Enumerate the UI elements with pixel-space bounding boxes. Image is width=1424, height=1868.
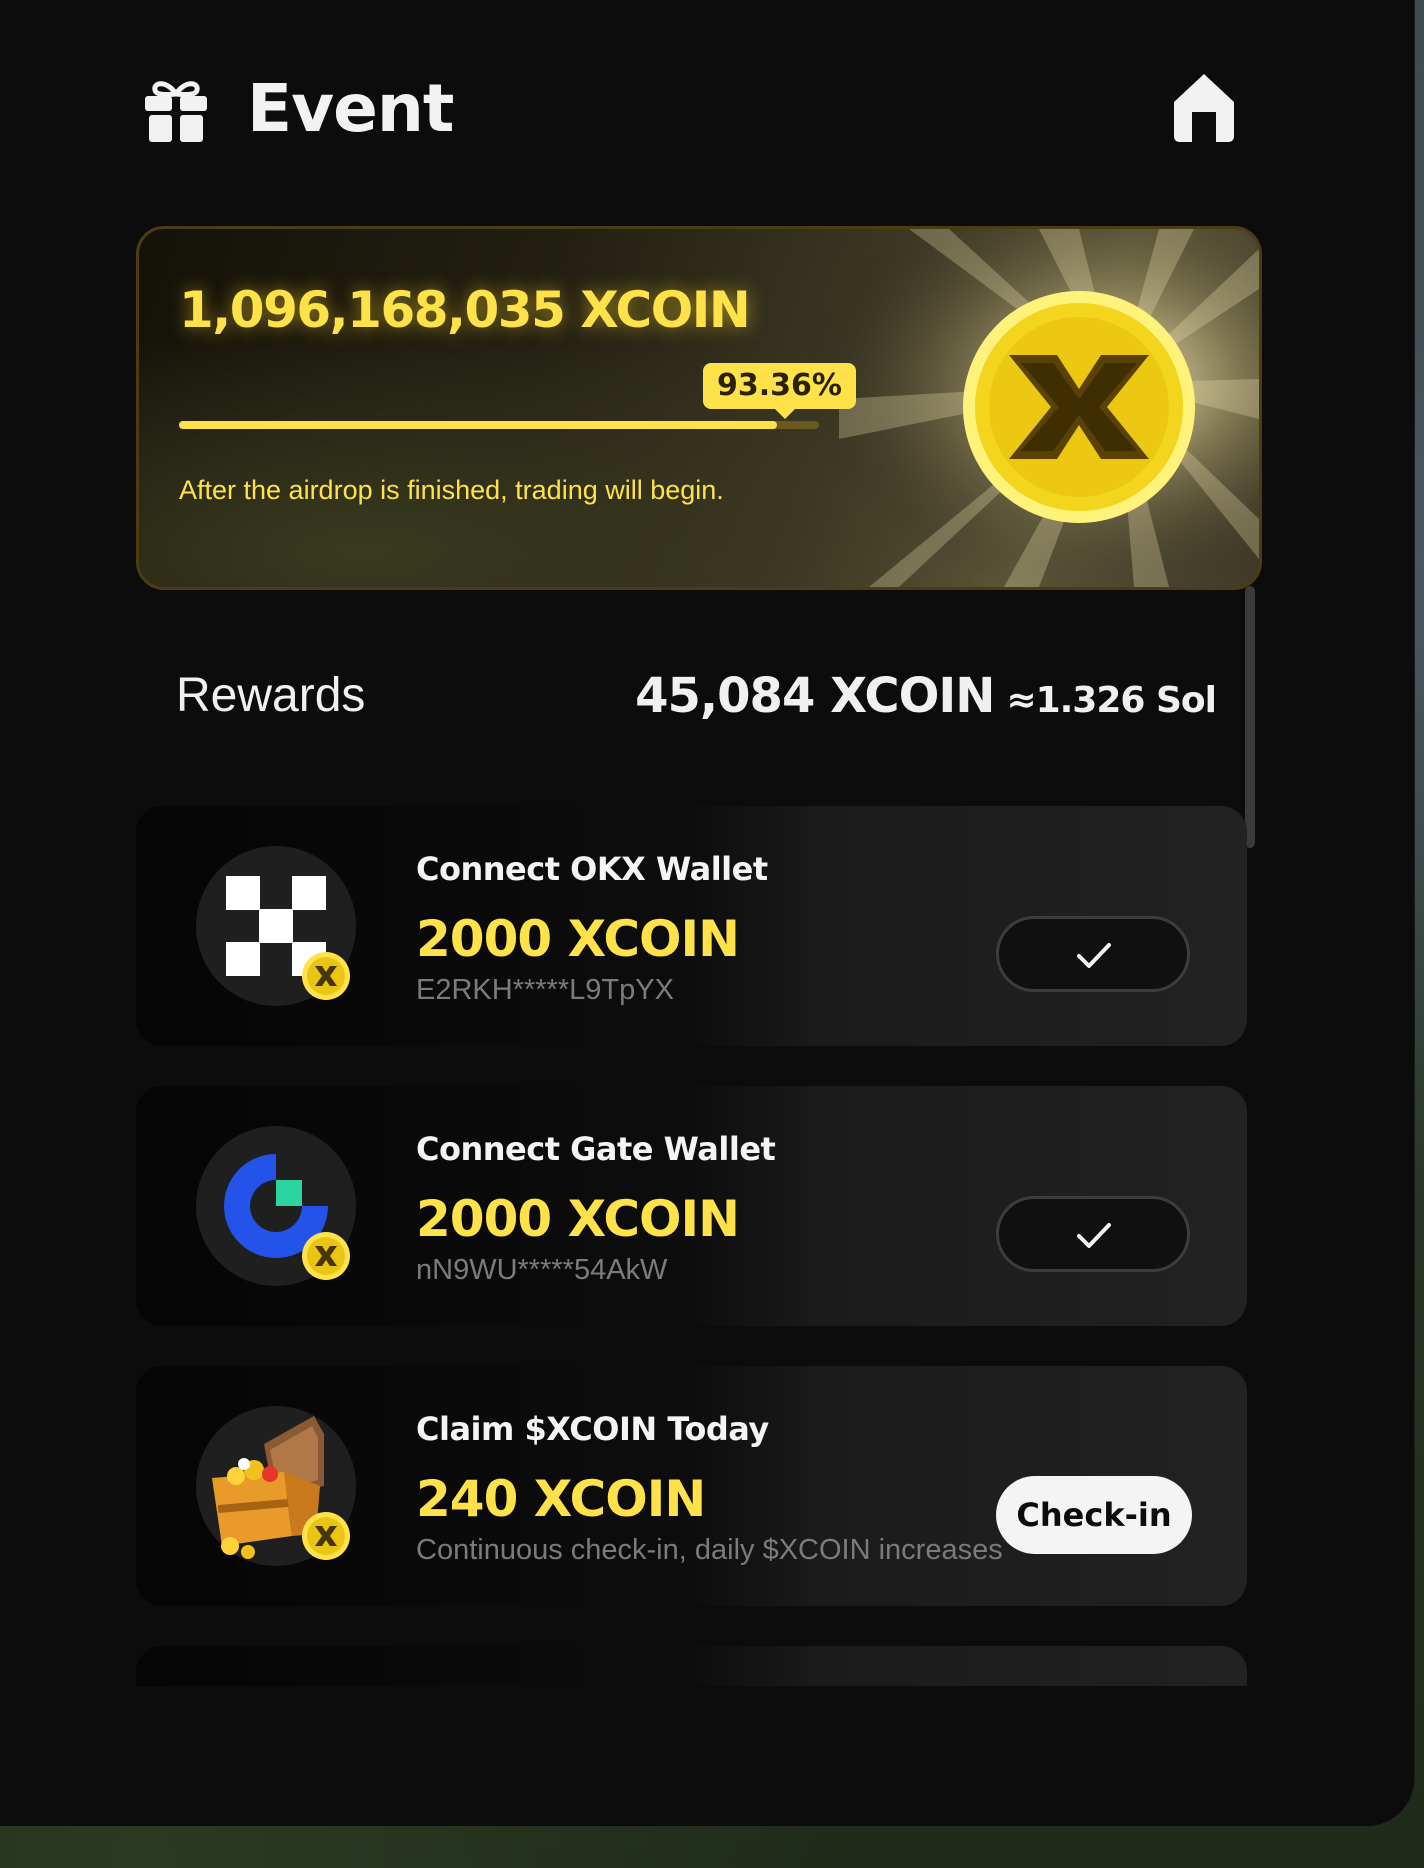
task-card-partial (136, 1646, 1247, 1686)
task-title: Connect Gate Wallet (416, 1130, 776, 1168)
rewards-xcoin-amount: 45,084 XCOIN (635, 668, 995, 724)
check-in-button[interactable]: Check-in (996, 1476, 1192, 1554)
checkmark-icon (1077, 943, 1111, 968)
completed-button[interactable] (996, 1196, 1190, 1272)
rewards-sol-value: ≈1.326 Sol (1006, 680, 1217, 721)
rewards-label: Rewards (176, 669, 366, 722)
xcoin-coin-icon (963, 291, 1195, 523)
task-icon (196, 846, 356, 1006)
completed-button[interactable] (996, 916, 1190, 992)
task-title: Connect OKX Wallet (416, 850, 768, 888)
task-reward: 240 XCOIN (416, 1470, 706, 1528)
task-card-gate: Connect Gate Wallet 2000 XCOIN nN9WU****… (136, 1086, 1247, 1326)
scrollbar[interactable] (1245, 586, 1255, 848)
rewards-amount: 45,084 XCOIN ≈1.326 Sol (635, 668, 1217, 724)
wallet-address: E2RKH*****L9TpYX (416, 974, 674, 1006)
airdrop-note: After the airdrop is finished, trading w… (179, 475, 724, 505)
task-card-okx: Connect OKX Wallet 2000 XCOIN E2RKH*****… (136, 806, 1247, 1046)
task-description: Continuous check-in, daily $XCOIN increa… (416, 1534, 1003, 1566)
xcoin-badge-icon (302, 1232, 350, 1280)
task-icon (196, 1406, 356, 1566)
task-icon (196, 1126, 356, 1286)
task-card-daily-claim: Claim $XCOIN Today 240 XCOIN Continuous … (136, 1366, 1247, 1606)
task-title: Claim $XCOIN Today (416, 1410, 769, 1448)
xcoin-badge-icon (302, 952, 350, 1000)
event-panel: Event 1,096,168,035 XCOIN 93.36% After t… (0, 0, 1415, 1826)
progress-percentage: 93.36% (703, 363, 856, 419)
airdrop-progress-bar (179, 421, 819, 429)
rewards-summary: Rewards 45,084 XCOIN ≈1.326 Sol (176, 668, 1217, 728)
progress-fill (179, 421, 777, 429)
airdrop-total: 1,096,168,035 XCOIN (179, 281, 751, 339)
xcoin-badge-icon (302, 1512, 350, 1560)
home-icon[interactable] (1172, 72, 1236, 142)
airdrop-banner: 1,096,168,035 XCOIN 93.36% After the air… (136, 226, 1262, 590)
header: Event (145, 72, 1236, 152)
wallet-address: nN9WU*****54AkW (416, 1254, 668, 1286)
task-reward: 2000 XCOIN (416, 1190, 740, 1248)
task-reward: 2000 XCOIN (416, 910, 740, 968)
checkmark-icon (1077, 1223, 1111, 1248)
page-title: Event (247, 70, 454, 147)
gift-icon (145, 81, 207, 142)
